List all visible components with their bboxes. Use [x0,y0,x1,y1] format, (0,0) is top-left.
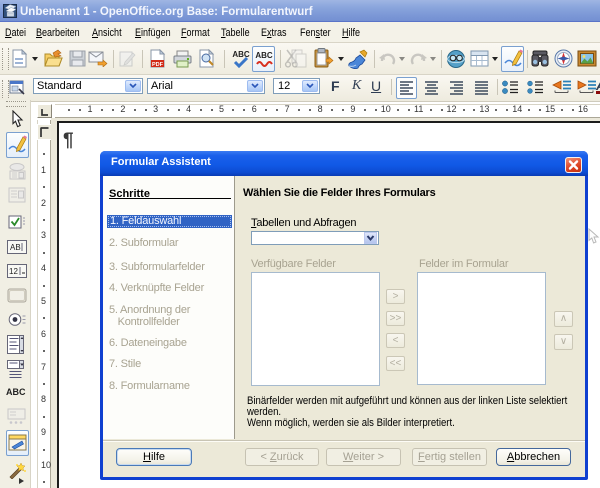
svg-text:ABC: ABC [232,50,250,59]
svg-text:12: 12 [9,267,18,276]
svg-text:PDF: PDF [152,62,164,68]
svg-text:AB: AB [10,243,21,252]
svg-text:ABC: ABC [255,51,273,60]
